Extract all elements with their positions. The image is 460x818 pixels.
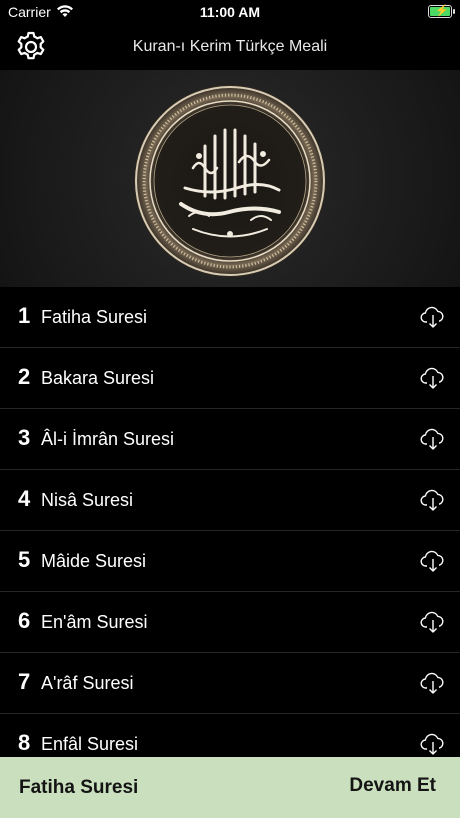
- status-bar: Carrier 11:00 AM ⚡: [0, 0, 460, 24]
- list-item[interactable]: 3 Âl-i İmrân Suresi: [0, 409, 460, 470]
- sura-number: 4: [18, 486, 31, 511]
- clock: 11:00 AM: [199, 4, 261, 20]
- list-item[interactable]: 7 A'râf Suresi: [0, 653, 460, 714]
- sura-name: Mâide Suresi: [41, 551, 147, 571]
- battery-icon: ⚡: [428, 5, 455, 18]
- charging-bolt-icon: ⚡: [435, 5, 449, 17]
- cloud-download-icon[interactable]: [420, 305, 446, 329]
- sura-number: 7: [18, 669, 31, 694]
- sura-name: Nisâ Suresi: [41, 490, 134, 510]
- cloud-download-icon[interactable]: [420, 610, 446, 634]
- sura-name: Fatiha Suresi: [41, 307, 148, 327]
- cloud-download-icon[interactable]: [420, 366, 446, 390]
- sura-number: 2: [18, 364, 31, 389]
- list-item[interactable]: 4 Nisâ Suresi: [0, 470, 460, 531]
- list-item[interactable]: 8 Enfâl Suresi: [0, 714, 460, 757]
- nav-bar: Kuran-ı Kerim Türkçe Meali: [0, 24, 460, 70]
- sura-number: 8: [18, 730, 31, 755]
- sura-list: 1 Fatiha Suresi 2 Bakara Suresi 3 Âl-i İmrân …: [0, 287, 460, 757]
- continue-bar: Fatiha Suresi Devam Et: [0, 757, 460, 818]
- sura-name: A'râf Suresi: [41, 673, 134, 693]
- cloud-download-icon[interactable]: [420, 549, 446, 573]
- sura-number: 1: [18, 303, 31, 328]
- sura-number: 6: [18, 608, 31, 633]
- page-title: Kuran-ı Kerim Türkçe Meali: [132, 38, 328, 55]
- bismillah-medallion-image: [134, 85, 326, 277]
- continue-button[interactable]: Devam Et: [349, 775, 436, 797]
- list-item[interactable]: 2 Bakara Suresi: [0, 348, 460, 409]
- current-sura-label: Fatiha Suresi: [19, 777, 139, 798]
- sura-number: 5: [18, 547, 31, 572]
- sura-name: Âl-i İmrân Suresi: [41, 429, 175, 449]
- cloud-download-icon[interactable]: [420, 732, 446, 756]
- sura-name: Enfâl Suresi: [41, 734, 139, 754]
- cloud-download-icon[interactable]: [420, 671, 446, 695]
- cloud-download-icon[interactable]: [420, 427, 446, 451]
- sura-number: 3: [18, 425, 31, 450]
- list-item[interactable]: 6 En'âm Suresi: [0, 592, 460, 653]
- list-item[interactable]: 5 Mâide Suresi: [0, 531, 460, 592]
- cloud-download-icon[interactable]: [420, 488, 446, 512]
- sura-name: Bakara Suresi: [41, 368, 155, 388]
- header-banner: [0, 70, 460, 287]
- sura-name: En'âm Suresi: [41, 612, 148, 632]
- list-item[interactable]: 1 Fatiha Suresi: [0, 287, 460, 348]
